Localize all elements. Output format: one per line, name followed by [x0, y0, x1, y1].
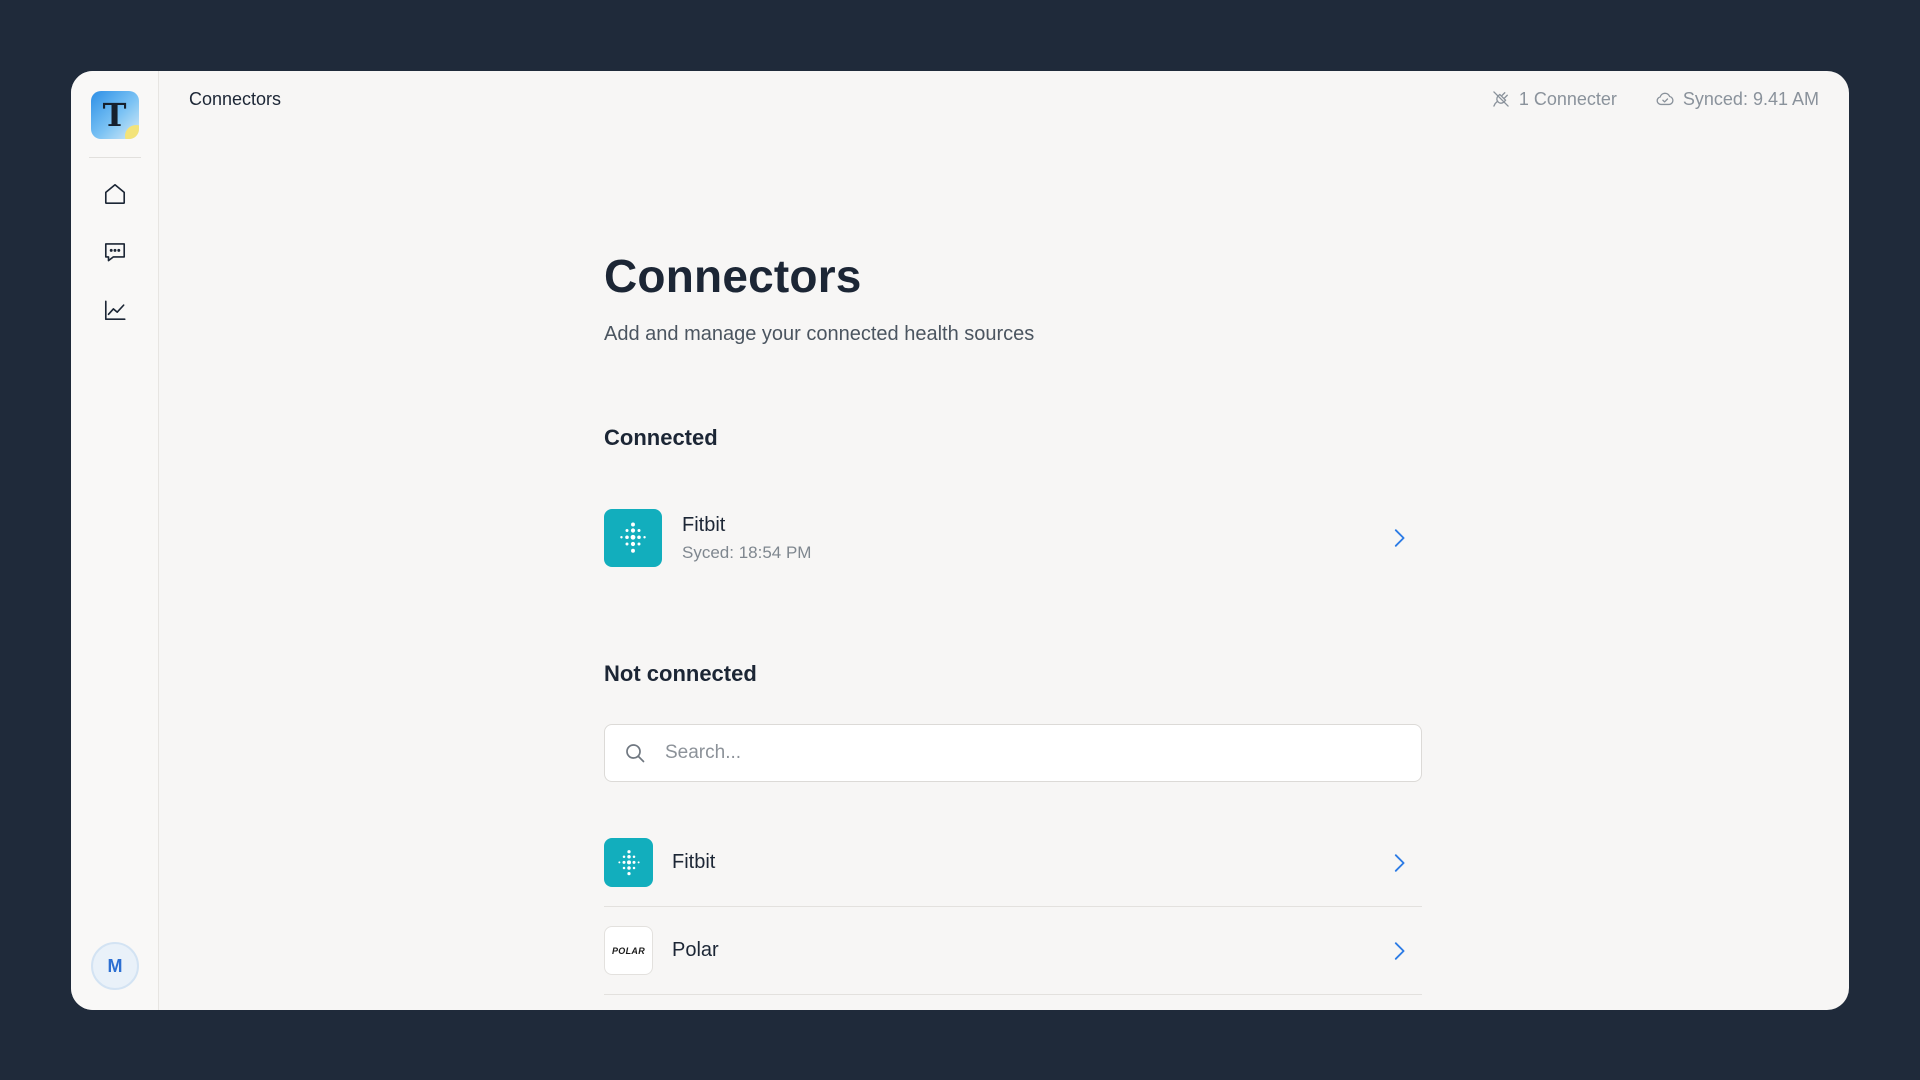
app-window: T M Connectors 1 Connecter Synced: 9.41 …: [71, 71, 1849, 1010]
connecter-count-label: 1 Connecter: [1518, 88, 1617, 109]
home-icon: [104, 183, 125, 205]
sidebar: T M: [71, 71, 159, 1010]
app-logo[interactable]: T: [90, 91, 139, 139]
connected-heading: Connected: [604, 425, 718, 450]
search-input[interactable]: [665, 742, 1365, 764]
fitbit-icon: [604, 509, 662, 567]
connected-item-text: Fitbit Syced: 18:54 PM: [682, 514, 811, 563]
connected-item-name: Fitbit: [682, 513, 726, 536]
chevron-right-icon: [1394, 529, 1405, 547]
breadcrumb: Connectors: [189, 88, 282, 109]
list-item-name: Polar: [672, 939, 719, 961]
not-connected-heading: Not connected: [604, 661, 757, 686]
plug-icon: [1493, 91, 1509, 107]
connecter-count-status: 1 Connecter: [1491, 89, 1617, 110]
sidebar-item-analytics[interactable]: [98, 294, 132, 326]
topbar: Connectors 1 Connecter Synced: 9.41 AM: [159, 71, 1849, 127]
logo-letter: T: [102, 96, 127, 134]
chevron-right-icon: [1394, 853, 1405, 872]
list-item-polar[interactable]: POLAR Polar: [604, 907, 1422, 995]
search-icon: [626, 744, 645, 763]
sidebar-nav: [98, 178, 132, 326]
chat-icon: [104, 243, 125, 262]
connected-item-sync-time: Syced: 18:54 PM: [682, 542, 812, 562]
list-item-fitbit[interactable]: Fitbit: [604, 819, 1422, 907]
polar-logo-text: POLAR: [612, 945, 645, 956]
sync-status: Synced: 9.41 AM: [1655, 89, 1819, 110]
chevron-right-icon: [1394, 941, 1405, 960]
main-area: Connectors 1 Connecter Synced: 9.41 AM C…: [159, 71, 1849, 1010]
search-box: [604, 724, 1422, 782]
topbar-status: 1 Connecter Synced: 9.41 AM: [1491, 89, 1819, 110]
sidebar-item-messages[interactable]: [98, 236, 132, 268]
not-connected-list: Fitbit POLAR Polar: [604, 819, 1422, 995]
polar-icon: POLAR: [604, 926, 653, 975]
line-chart-icon: [104, 300, 126, 321]
fitbit-icon: [604, 838, 653, 887]
page-title: Connectors: [604, 250, 862, 302]
page-subtitle: Add and manage your connected health sou…: [604, 323, 1035, 345]
sidebar-item-home[interactable]: [98, 178, 132, 210]
sync-status-label: Synced: 9.41 AM: [1682, 88, 1819, 109]
sidebar-divider: [88, 157, 141, 158]
user-avatar[interactable]: M: [91, 942, 139, 990]
connected-item-fitbit[interactable]: Fitbit Syced: 18:54 PM: [604, 508, 1422, 568]
cloud-check-icon: [1656, 92, 1674, 106]
list-item-name: Fitbit: [672, 851, 716, 873]
